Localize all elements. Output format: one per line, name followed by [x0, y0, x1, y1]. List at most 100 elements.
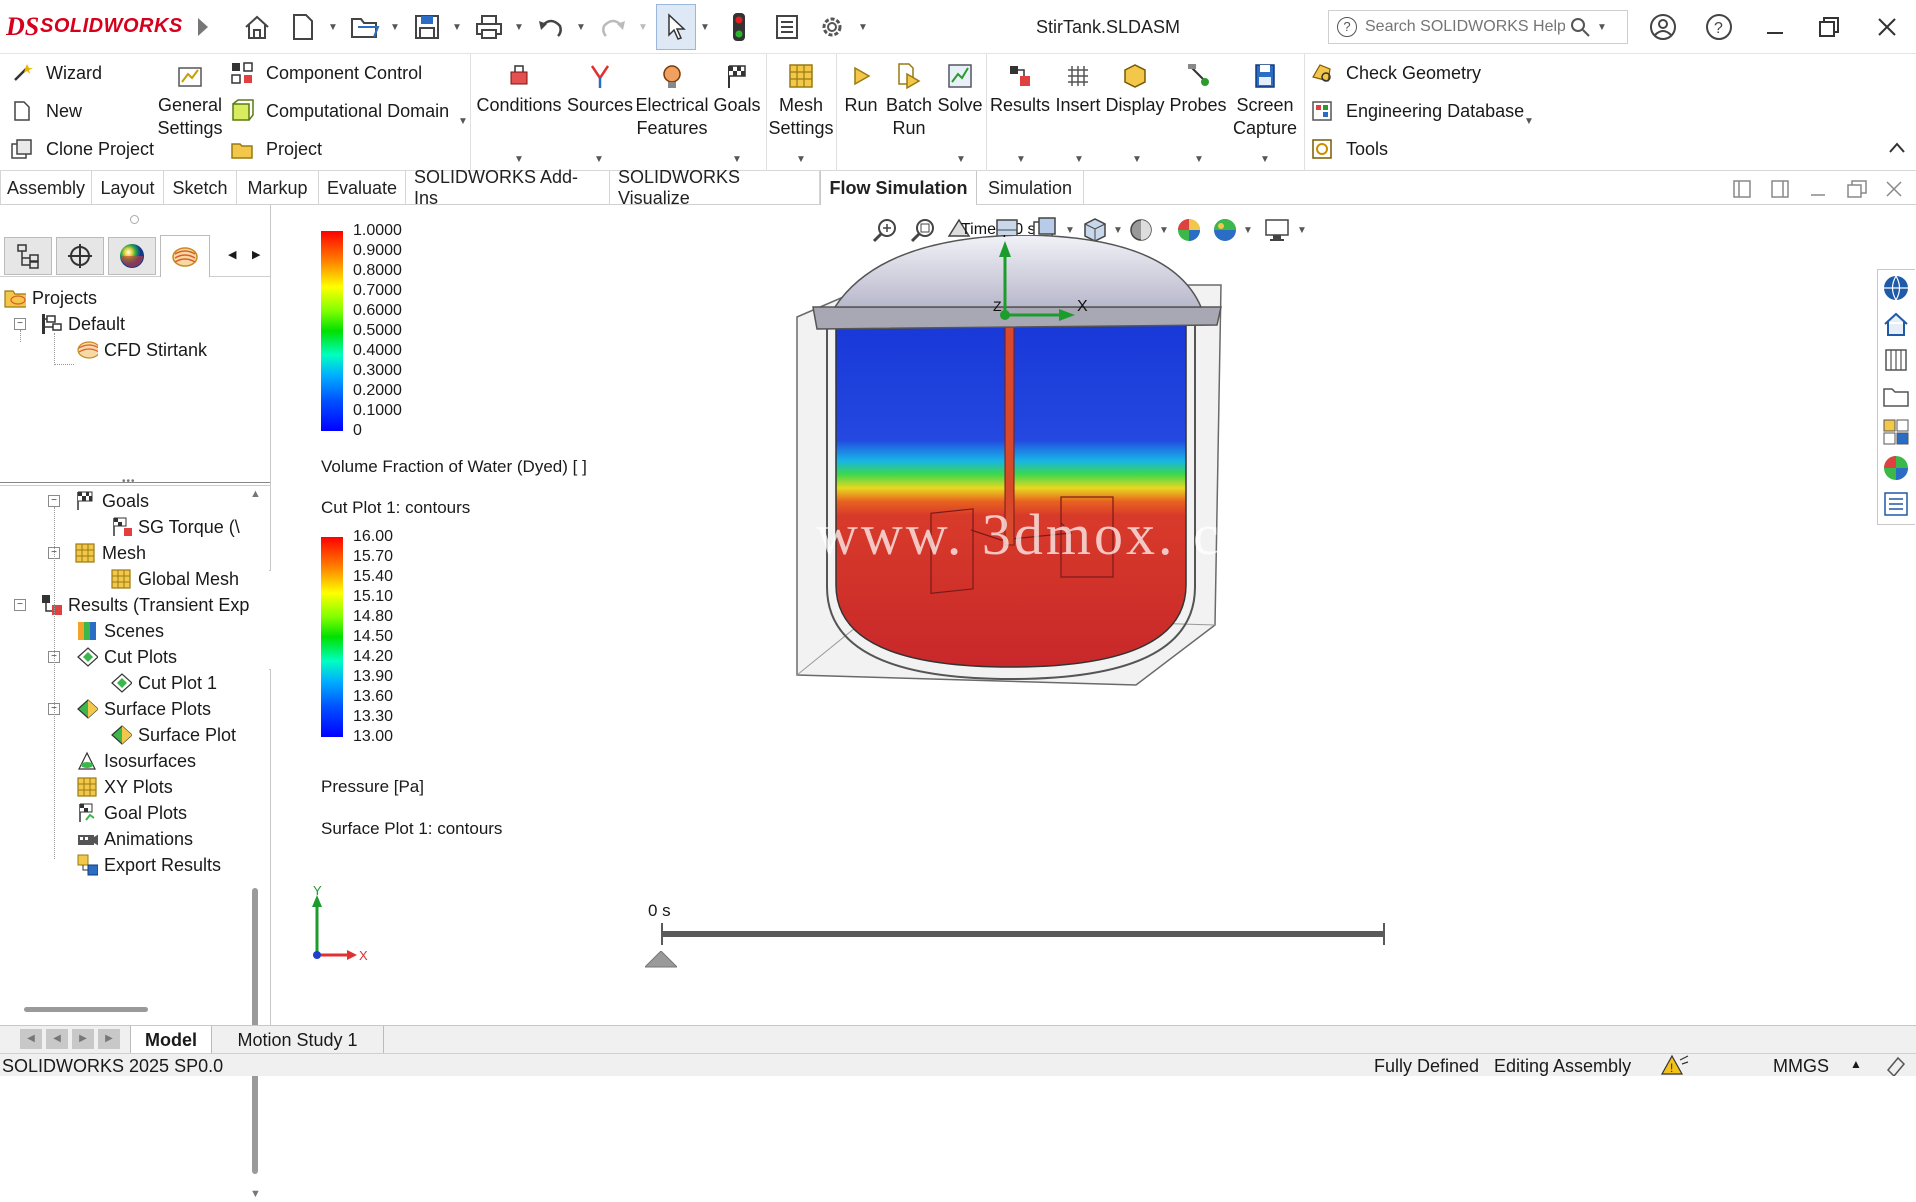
first-tab-arrow-icon[interactable]: ◀: [20, 1029, 42, 1049]
tree-projects[interactable]: Projects: [4, 285, 97, 311]
new-dropdown-caret[interactable]: ▼: [328, 22, 338, 33]
minimize-window-icon[interactable]: [1758, 10, 1792, 44]
flow-simulation-tab[interactable]: [160, 235, 210, 277]
project-dropdown-caret[interactable]: ▼: [458, 116, 468, 127]
pane-handle-dot[interactable]: [130, 215, 139, 224]
run-button[interactable]: Run: [840, 62, 882, 117]
check-geometry-button[interactable]: Check Geometry: [1310, 58, 1481, 88]
open-dropdown-caret[interactable]: ▼: [390, 22, 400, 33]
tab-markup[interactable]: Markup: [237, 171, 319, 205]
graphics-area[interactable]: Time = 0 s ▼ ▼ ▼ ▼ ▼ 1.00000.90000.80000…: [271, 205, 1916, 1025]
horizontal-scroll-thumb[interactable]: [24, 1007, 148, 1012]
tile-right-icon[interactable]: [1770, 179, 1790, 204]
solve-dropdown-caret[interactable]: ▼: [956, 154, 966, 165]
sources-dropdown-caret[interactable]: ▼: [594, 154, 604, 165]
tree-goal-plots[interactable]: Goal Plots: [76, 800, 187, 826]
tab-nav-buttons[interactable]: ◀ ◀ ▶ ▶: [20, 1029, 124, 1049]
goals-collapse-toggle[interactable]: −: [48, 495, 60, 507]
tree-scenes[interactable]: Scenes: [76, 618, 164, 644]
tree-animations[interactable]: Animations: [76, 826, 193, 852]
tree-sg-torque[interactable]: SG Torque (\: [110, 514, 240, 540]
timeline-slider-handle[interactable]: [643, 950, 679, 974]
tab-solidworks-addins[interactable]: SOLIDWORKS Add-Ins: [406, 167, 610, 208]
tree-global-mesh[interactable]: Global Mesh: [110, 566, 239, 592]
units-caret-icon[interactable]: ▲: [1850, 1057, 1862, 1071]
tools-button[interactable]: Tools: [1310, 134, 1388, 164]
results-button[interactable]: Results: [988, 62, 1052, 117]
redo-icon[interactable]: [596, 10, 630, 44]
print-icon[interactable]: [472, 10, 506, 44]
goals-button[interactable]: Goals: [712, 62, 762, 117]
search-icon[interactable]: [1569, 16, 1591, 38]
tree-isosurfaces[interactable]: Isosurfaces: [76, 748, 196, 774]
scroll-down-arrow-icon[interactable]: ▼: [250, 1188, 261, 1200]
component-control-button[interactable]: Component Control: [230, 58, 422, 88]
probes-button[interactable]: Probes: [1168, 62, 1228, 117]
tab-evaluate[interactable]: Evaluate: [319, 171, 406, 205]
conditions-button[interactable]: Conditions: [474, 62, 564, 117]
computational-domain-button[interactable]: Computational Domain: [230, 96, 449, 126]
results-dropdown-caret[interactable]: ▼: [1016, 154, 1026, 165]
engineering-database-button[interactable]: Engineering Database: [1310, 96, 1524, 126]
tree-results[interactable]: Results (Transient Exp: [40, 592, 249, 618]
doc-restore-icon[interactable]: [1846, 179, 1868, 204]
display-dropdown-caret[interactable]: ▼: [1132, 154, 1142, 165]
tree-surface-plots[interactable]: Surface Plots: [76, 696, 211, 722]
feature-manager-tab[interactable]: [4, 237, 52, 275]
tab-simulation[interactable]: Simulation: [977, 171, 1084, 205]
close-window-icon[interactable]: [1870, 10, 1904, 44]
tab-solidworks-visualize[interactable]: SOLIDWORKS Visualize: [610, 167, 820, 208]
timeline-track[interactable]: [661, 923, 1385, 945]
undo-icon[interactable]: [534, 10, 568, 44]
results-collapse-toggle[interactable]: −: [14, 599, 26, 611]
new-document-icon[interactable]: [286, 10, 320, 44]
select-pointer-icon[interactable]: [656, 4, 696, 50]
home-icon[interactable]: [240, 10, 274, 44]
doc-close-icon[interactable]: [1884, 179, 1904, 204]
prev-tab-arrow-icon[interactable]: ◀: [46, 1029, 68, 1049]
help-search-box[interactable]: ? ▼: [1328, 10, 1628, 44]
tab-scroll-left-icon[interactable]: ◀: [228, 248, 236, 261]
status-customize-icon[interactable]: [1884, 1054, 1908, 1081]
help-search-input[interactable]: [1365, 18, 1565, 36]
mesh-settings-button[interactable]: Mesh Settings: [768, 62, 834, 140]
display-button[interactable]: Display: [1104, 62, 1166, 117]
rebuild-traffic-light-icon[interactable]: [722, 10, 756, 44]
screen-capture-button[interactable]: Screen Capture: [1230, 62, 1300, 140]
new-project-button[interactable]: New: [10, 96, 82, 126]
tree-default[interactable]: Default: [40, 311, 125, 337]
tab-motion-study[interactable]: Motion Study 1: [212, 1026, 384, 1054]
options-dropdown-caret[interactable]: ▼: [858, 22, 868, 33]
sources-button[interactable]: Sources: [566, 62, 634, 117]
tab-layout[interactable]: Layout: [92, 171, 164, 205]
tab-flow-simulation[interactable]: Flow Simulation: [820, 171, 977, 205]
general-settings-button[interactable]: General Settings: [157, 62, 223, 140]
insert-dropdown-caret[interactable]: ▼: [1074, 154, 1084, 165]
tree-cut-plots[interactable]: Cut Plots: [76, 644, 177, 670]
last-tab-arrow-icon[interactable]: ▶: [98, 1029, 120, 1049]
user-account-icon[interactable]: [1646, 10, 1680, 44]
scroll-up-arrow-icon[interactable]: ▲: [250, 488, 261, 500]
restore-window-icon[interactable]: [1812, 10, 1846, 44]
save-dropdown-caret[interactable]: ▼: [452, 22, 462, 33]
display-manager-tab[interactable]: [108, 237, 156, 275]
probes-dropdown-caret[interactable]: ▼: [1194, 154, 1204, 165]
tab-model[interactable]: Model: [130, 1026, 212, 1054]
unit-system[interactable]: MMGS: [1773, 1056, 1829, 1077]
electrical-features-button[interactable]: Electrical Features: [635, 62, 709, 140]
doc-minimize-icon[interactable]: [1808, 179, 1828, 204]
batch-run-button[interactable]: Batch Run: [884, 62, 934, 140]
insert-button[interactable]: Insert: [1054, 62, 1102, 117]
screen-capture-dropdown-caret[interactable]: ▼: [1260, 154, 1270, 165]
help-icon[interactable]: ?: [1702, 10, 1736, 44]
tree-goals[interactable]: Goals: [74, 488, 149, 514]
solidworks-logo[interactable]: DS SOLIDWORKS: [6, 10, 183, 42]
next-tab-arrow-icon[interactable]: ▶: [72, 1029, 94, 1049]
tile-left-icon[interactable]: [1732, 179, 1752, 204]
project-button[interactable]: Project: [230, 134, 322, 164]
mesh-dropdown-caret[interactable]: ▼: [796, 154, 806, 165]
redo-dropdown-caret[interactable]: ▼: [638, 22, 648, 33]
options-gear-icon[interactable]: [815, 10, 849, 44]
select-dropdown-caret-2[interactable]: ▼: [700, 22, 710, 33]
open-folder-icon[interactable]: [348, 10, 382, 44]
